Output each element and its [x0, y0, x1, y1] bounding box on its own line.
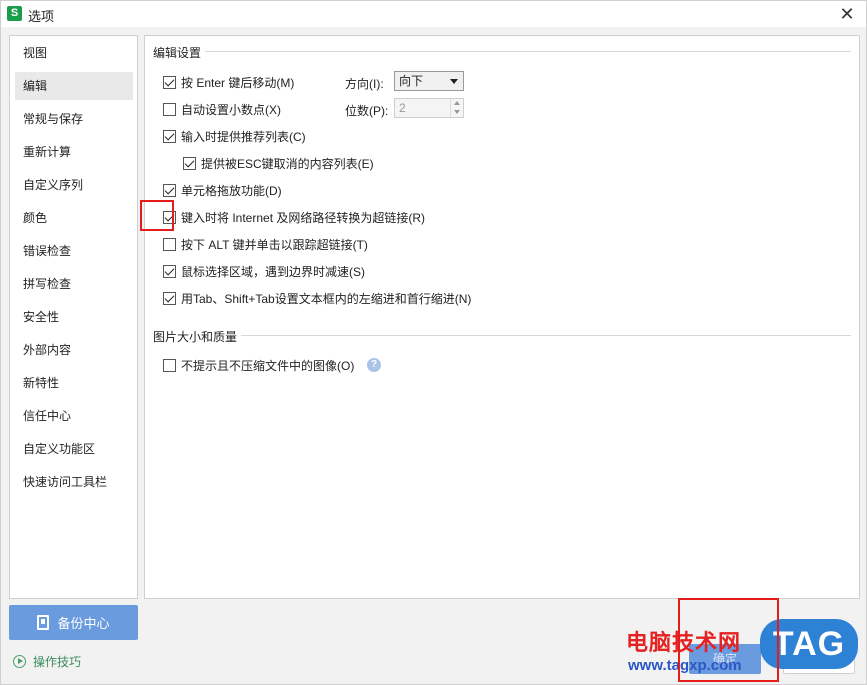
settings-panel: 编辑设置 按 Enter 键后移动(M) 方向(I): 向下 自动设置小数点(X… — [144, 35, 860, 599]
places-stepper: 2 — [394, 98, 464, 118]
annotation-highlight-box — [140, 200, 174, 231]
option-label: 鼠标选择区域，遇到边界时减速(S) — [181, 264, 365, 279]
direction-select[interactable]: 向下 — [394, 71, 464, 91]
sidebar-item-error-check[interactable]: 错误检查 — [15, 237, 133, 265]
dropdown-arrow-icon — [450, 79, 458, 84]
sidebar-item-trust-center[interactable]: 信任中心 — [15, 402, 133, 430]
option-esc-cancelled-list[interactable]: 提供被ESC键取消的内容列表(E) — [183, 154, 374, 172]
direction-select-value: 向下 — [399, 74, 424, 88]
checkbox[interactable] — [163, 358, 176, 372]
checkbox[interactable] — [163, 291, 176, 305]
places-value: 2 — [399, 101, 406, 115]
option-label: 单元格拖放功能(D) — [181, 183, 282, 198]
option-label: 提供被ESC键取消的内容列表(E) — [201, 156, 374, 171]
section-divider — [153, 51, 851, 52]
checkbox[interactable] — [183, 156, 196, 170]
option-label: 按下 ALT 键并单击以跟踪超链接(T) — [181, 237, 368, 252]
option-label: 键入时将 Internet 及网络路径转换为超链接(R) — [181, 210, 426, 225]
sidebar-item-color[interactable]: 颜色 — [15, 204, 133, 232]
section-divider — [153, 335, 851, 336]
option-label: 自动设置小数点(X) — [181, 102, 281, 117]
option-label: 输入时提供推荐列表(C) — [181, 129, 306, 144]
option-no-compress-images[interactable]: 不提示且不压缩文件中的图像(O) — [163, 356, 354, 374]
option-alt-click-hyperlink[interactable]: 按下 ALT 键并单击以跟踪超链接(T) — [163, 235, 368, 253]
close-button[interactable]: ✕ — [836, 3, 858, 25]
backup-icon — [37, 615, 50, 630]
option-label: 按 Enter 键后移动(M) — [181, 75, 295, 90]
sidebar-item-customize-ribbon[interactable]: 自定义功能区 — [15, 435, 133, 463]
backup-center-label: 备份中心 — [57, 616, 110, 631]
app-logo-icon: S — [7, 6, 22, 21]
sidebar-item-security[interactable]: 安全性 — [15, 303, 133, 331]
option-auto-decimal[interactable]: 自动设置小数点(X) — [163, 100, 281, 118]
option-drag-drop[interactable]: 单元格拖放功能(D) — [163, 181, 282, 199]
checkbox[interactable] — [163, 183, 176, 197]
checkbox[interactable] — [163, 129, 176, 143]
option-tab-indent[interactable]: 用Tab、Shift+Tab设置文本框内的左缩进和首行缩进(N) — [163, 289, 471, 307]
checkbox[interactable] — [163, 237, 176, 251]
sidebar-item-custom-lists[interactable]: 自定义序列 — [15, 171, 133, 199]
option-autocomplete-list[interactable]: 输入时提供推荐列表(C) — [163, 127, 306, 145]
checkbox[interactable] — [163, 75, 176, 89]
checkbox[interactable] — [163, 264, 176, 278]
direction-label: 方向(I): — [345, 77, 384, 91]
backup-center-button[interactable]: 备份中心 — [9, 605, 138, 640]
sidebar-item-new-features[interactable]: 新特性 — [15, 369, 133, 397]
annotation-highlight-box — [678, 598, 779, 682]
sidebar-item-external-content[interactable]: 外部内容 — [15, 336, 133, 364]
sidebar-item-spell-check[interactable]: 拼写检查 — [15, 270, 133, 298]
checkbox[interactable] — [163, 102, 176, 116]
stepper-up-icon — [454, 101, 460, 105]
sidebar-item-quick-access-toolbar[interactable]: 快速访问工具栏 — [15, 468, 133, 496]
play-circle-icon — [13, 654, 26, 668]
option-mouse-slowdown[interactable]: 鼠标选择区域，遇到边界时减速(S) — [163, 262, 365, 280]
places-label: 位数(P): — [345, 104, 389, 118]
stepper-buttons — [450, 99, 463, 117]
sidebar-item-recalculate[interactable]: 重新计算 — [15, 138, 133, 166]
option-move-after-enter[interactable]: 按 Enter 键后移动(M) — [163, 73, 294, 91]
sidebar: 视图 编辑 常规与保存 重新计算 自定义序列 颜色 错误检查 拼写检查 安全性 … — [9, 35, 138, 599]
tips-link[interactable]: 操作技巧 — [13, 653, 81, 669]
stepper-down-icon — [454, 110, 460, 114]
options-dialog: S 选项 ✕ 视图 编辑 常规与保存 重新计算 自定义序列 颜色 错误检查 拼写… — [0, 0, 867, 685]
option-label: 用Tab、Shift+Tab设置文本框内的左缩进和首行缩进(N) — [181, 291, 472, 306]
option-convert-hyperlinks[interactable]: 键入时将 Internet 及网络路径转换为超链接(R) — [163, 208, 425, 226]
help-icon[interactable]: ? — [367, 358, 381, 372]
title-bar: S 选项 ✕ — [1, 1, 866, 27]
sidebar-item-edit[interactable]: 编辑 — [15, 72, 133, 100]
sidebar-item-general-save[interactable]: 常规与保存 — [15, 105, 133, 133]
section-title-image-quality: 图片大小和质量 — [153, 328, 242, 345]
option-label: 不提示且不压缩文件中的图像(O) — [181, 358, 355, 373]
window-title: 选项 — [28, 9, 55, 24]
tips-label: 操作技巧 — [33, 654, 82, 669]
sidebar-item-view[interactable]: 视图 — [15, 39, 133, 67]
section-title-edit-settings: 编辑设置 — [153, 44, 206, 61]
